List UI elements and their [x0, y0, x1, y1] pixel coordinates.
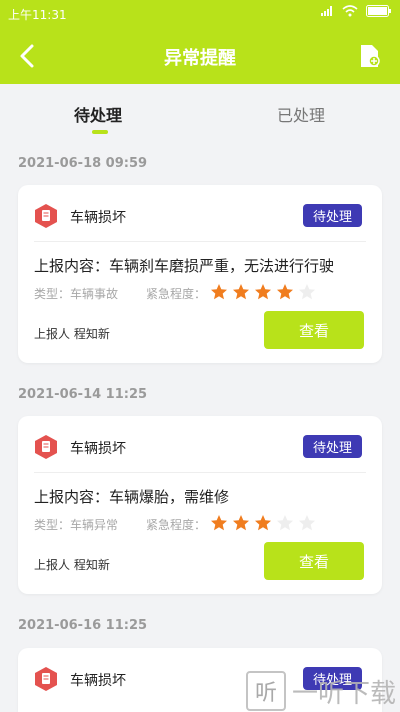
reporter: 上报人 程知新 — [34, 327, 110, 341]
star-empty-icon — [277, 515, 293, 531]
watermark-logo: 听 — [246, 671, 286, 711]
watermark: 听 一听下载 — [246, 671, 397, 711]
urgency-label: 紧急程度： — [146, 287, 207, 301]
urgency-stars — [210, 283, 316, 301]
report-content: 上报内容：车辆爆胎，需维修 — [34, 488, 230, 506]
status-time: 上午11:31 — [8, 8, 67, 22]
wifi-icon — [342, 5, 358, 17]
report-type: 类型：车辆异常 — [34, 518, 119, 532]
star-filled-icon — [211, 515, 227, 531]
add-document-icon[interactable] — [358, 44, 382, 68]
urgency-stars — [210, 514, 316, 532]
status-badge: 待处理 — [302, 204, 362, 227]
status-tabs: 待处理 已处理 — [0, 84, 400, 138]
card-divider — [34, 472, 366, 473]
urgency-label: 紧急程度： — [146, 518, 207, 532]
watermark-text: 一听下载 — [292, 678, 397, 709]
record-title: 车辆损坏 — [70, 210, 126, 226]
status-icons — [320, 5, 392, 17]
status-bar: 上午11:31 — [0, 0, 400, 28]
tab-pending[interactable]: 待处理 — [74, 102, 122, 126]
report-type: 类型：车辆事故 — [34, 287, 119, 301]
record-date: 2021-06-14 11:25 — [18, 387, 148, 402]
star-filled-icon — [233, 284, 249, 300]
star-filled-icon — [277, 284, 293, 300]
star-empty-icon — [299, 284, 315, 300]
star-filled-icon — [211, 284, 227, 300]
signal-icon — [321, 6, 332, 16]
report-hexagon-icon — [35, 667, 57, 691]
record-title: 车辆损坏 — [70, 673, 126, 689]
report-hexagon-icon — [35, 204, 57, 228]
card-divider — [34, 241, 366, 242]
record-date: 2021-06-16 11:25 — [18, 618, 148, 633]
tab-processed[interactable]: 已处理 — [277, 102, 325, 126]
tab-active-indicator — [92, 130, 108, 134]
view-button[interactable]: 查看 — [264, 542, 364, 580]
report-content: 上报内容：车辆刹车磨损严重，无法进行行驶 — [34, 257, 335, 275]
star-filled-icon — [233, 515, 249, 531]
record-card[interactable]: 车辆损坏 待处理 上报内容：车辆刹车磨损严重，无法进行行驶 类型：车辆事故 紧急… — [18, 185, 382, 363]
star-empty-icon — [299, 515, 315, 531]
app-bar: 异常提醒 — [0, 28, 400, 84]
reporter: 上报人 程知新 — [34, 558, 110, 572]
view-button[interactable]: 查看 — [264, 311, 364, 349]
page-title: 异常提醒 — [164, 48, 236, 69]
battery-icon — [366, 5, 391, 17]
record-card[interactable]: 车辆损坏 待处理 上报内容：车辆爆胎，需维修 类型：车辆异常 紧急程度： 上报人… — [18, 416, 382, 594]
report-hexagon-icon — [35, 435, 57, 459]
status-badge: 待处理 — [302, 435, 362, 458]
record-title: 车辆损坏 — [70, 441, 126, 457]
star-filled-icon — [255, 515, 271, 531]
star-filled-icon — [255, 284, 271, 300]
record-date: 2021-06-18 09:59 — [18, 156, 148, 171]
